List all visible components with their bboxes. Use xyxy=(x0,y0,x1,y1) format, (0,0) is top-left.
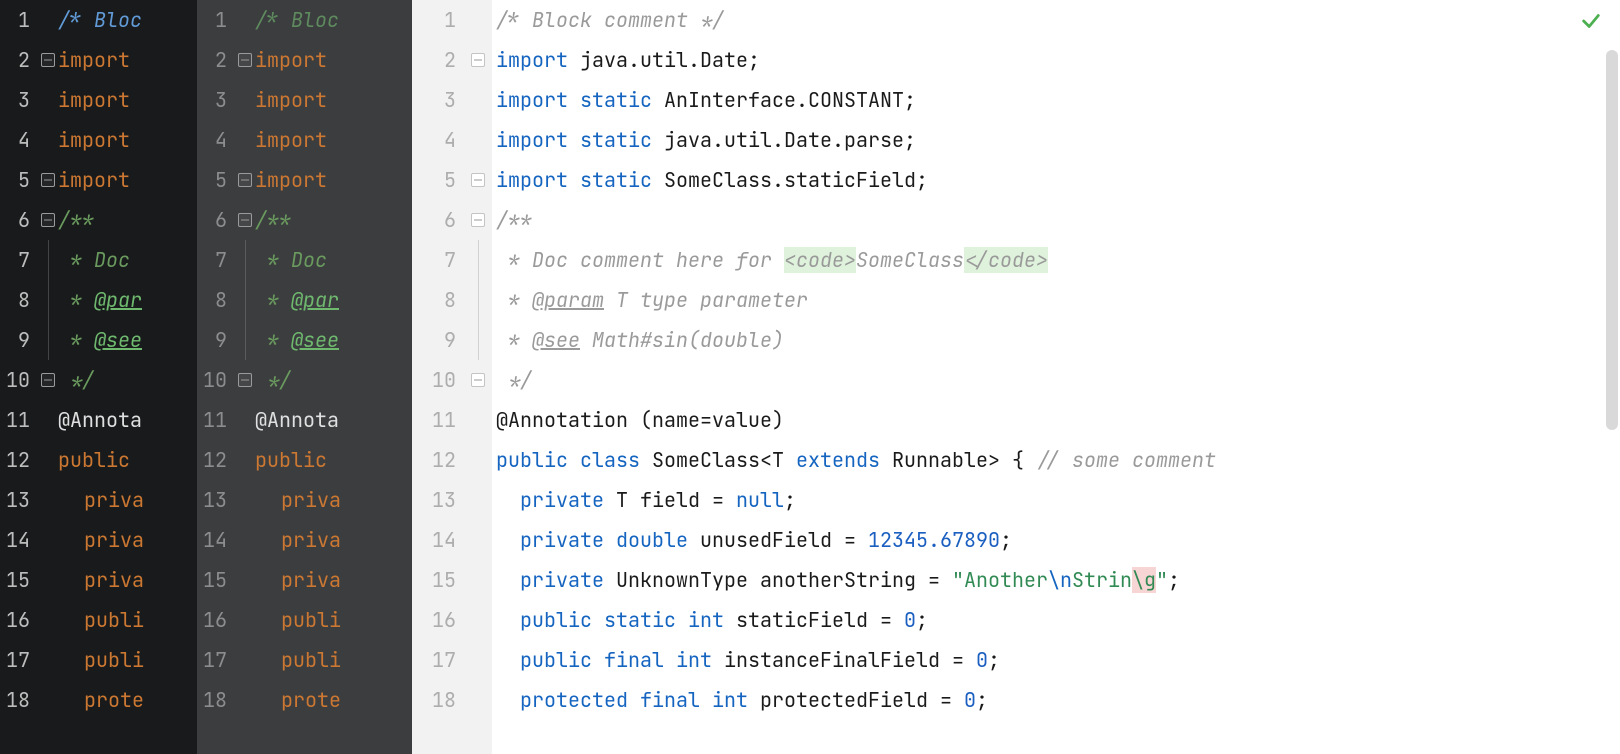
fold-toggle-icon[interactable] xyxy=(41,373,55,387)
fold-toggle-icon[interactable] xyxy=(471,53,485,67)
line-number[interactable]: 14 xyxy=(0,520,40,560)
fold-toggle-icon[interactable] xyxy=(41,213,55,227)
line-number[interactable]: 15 xyxy=(197,560,237,600)
line-number[interactable]: 16 xyxy=(0,600,40,640)
inspection-status-ok-icon[interactable] xyxy=(1580,10,1602,32)
line-number[interactable]: 18 xyxy=(0,680,40,720)
line-number[interactable]: 3 xyxy=(412,80,470,120)
line-number[interactable]: 5 xyxy=(412,160,470,200)
code-line[interactable]: */ xyxy=(492,360,1620,400)
code-line[interactable]: /** xyxy=(492,200,1620,240)
editor-pane-dark-1: 1 2 3 4 5 6 7 8 9 10 11 12 13 14 15 16 1… xyxy=(0,0,197,754)
fold-column-dark-2 xyxy=(237,0,255,754)
fold-toggle-icon[interactable] xyxy=(238,213,252,227)
line-number[interactable]: 14 xyxy=(197,520,237,560)
code-line[interactable]: public class SomeClass<T extends Runnabl… xyxy=(492,440,1620,480)
fold-toggle-icon[interactable] xyxy=(471,213,485,227)
line-number[interactable]: 4 xyxy=(412,120,470,160)
line-number[interactable]: 9 xyxy=(0,320,40,360)
code-line[interactable]: public static int staticField = 0; xyxy=(492,600,1620,640)
line-number[interactable]: 16 xyxy=(412,600,470,640)
code-line[interactable]: * @see Math#sin(double) xyxy=(492,320,1620,360)
editor-pane-light: 1 2 3 4 5 6 7 8 9 10 11 12 13 14 15 16 1… xyxy=(412,0,1620,754)
fold-column-dark-1 xyxy=(40,0,58,754)
line-number[interactable]: 12 xyxy=(0,440,40,480)
code-line[interactable]: protected final int protectedField = 0; xyxy=(492,680,1620,720)
line-number[interactable]: 8 xyxy=(0,280,40,320)
line-number[interactable]: 15 xyxy=(0,560,40,600)
line-number[interactable]: 4 xyxy=(0,120,40,160)
code-line[interactable]: /* Block comment */ xyxy=(492,0,1620,40)
code-line[interactable]: * Doc comment here for <code>SomeClass</… xyxy=(492,240,1620,280)
line-number[interactable]: 18 xyxy=(412,680,470,720)
line-number[interactable]: 9 xyxy=(197,320,237,360)
code-line[interactable]: import static AnInterface.CONSTANT; xyxy=(492,80,1620,120)
code-line[interactable]: @Annotation (name=value) xyxy=(492,400,1620,440)
line-number[interactable]: 13 xyxy=(0,480,40,520)
line-number[interactable]: 3 xyxy=(197,80,237,120)
line-number[interactable]: 3 xyxy=(0,80,40,120)
line-number[interactable]: 7 xyxy=(0,240,40,280)
gutter-dark-2: 1 2 3 4 5 6 7 8 9 10 11 12 13 14 15 16 1… xyxy=(197,0,237,754)
code-area-dark-2[interactable]: /* Bloc import import import import /** … xyxy=(255,0,412,754)
code-line[interactable]: public final int instanceFinalField = 0; xyxy=(492,640,1620,680)
code-line[interactable]: import static java.util.Date.parse; xyxy=(492,120,1620,160)
line-number[interactable]: 1 xyxy=(0,0,40,40)
line-number[interactable]: 10 xyxy=(197,360,237,400)
line-number[interactable]: 12 xyxy=(412,440,470,480)
code-line[interactable]: import java.util.Date; xyxy=(492,40,1620,80)
code-line[interactable]: private UnknownType anotherString = "Ano… xyxy=(492,560,1620,600)
line-number[interactable]: 8 xyxy=(197,280,237,320)
line-number[interactable]: 2 xyxy=(197,40,237,80)
line-number[interactable]: 15 xyxy=(412,560,470,600)
line-number[interactable]: 2 xyxy=(412,40,470,80)
fold-toggle-icon[interactable] xyxy=(238,173,252,187)
fold-toggle-icon[interactable] xyxy=(238,53,252,67)
line-number[interactable]: 9 xyxy=(412,320,470,360)
line-number[interactable]: 11 xyxy=(197,400,237,440)
code-area-dark-1[interactable]: /* Bloc import import import import /** … xyxy=(58,0,197,754)
code-line[interactable]: private double unusedField = 12345.67890… xyxy=(492,520,1620,560)
code-line[interactable]: * @param T type parameter xyxy=(492,280,1620,320)
editor-pane-dark-2: 1 2 3 4 5 6 7 8 9 10 11 12 13 14 15 16 1… xyxy=(197,0,412,754)
gutter-dark-1: 1 2 3 4 5 6 7 8 9 10 11 12 13 14 15 16 1… xyxy=(0,0,40,754)
line-number[interactable]: 14 xyxy=(412,520,470,560)
gutter-light: 1 2 3 4 5 6 7 8 9 10 11 12 13 14 15 16 1… xyxy=(412,0,470,754)
line-number[interactable]: 5 xyxy=(0,160,40,200)
editor-split-root: 1 2 3 4 5 6 7 8 9 10 11 12 13 14 15 16 1… xyxy=(0,0,1620,754)
line-number[interactable]: 2 xyxy=(0,40,40,80)
line-number[interactable]: 12 xyxy=(197,440,237,480)
vertical-scrollbar[interactable] xyxy=(1606,50,1618,430)
code-line[interactable]: private T field = null; xyxy=(492,480,1620,520)
line-number[interactable]: 10 xyxy=(412,360,470,400)
line-number[interactable]: 17 xyxy=(197,640,237,680)
line-number[interactable]: 6 xyxy=(0,200,40,240)
line-number[interactable]: 11 xyxy=(0,400,40,440)
line-number[interactable]: 16 xyxy=(197,600,237,640)
code-area-light[interactable]: /* Block comment */import java.util.Date… xyxy=(492,0,1620,754)
line-number[interactable]: 7 xyxy=(412,240,470,280)
line-number[interactable]: 11 xyxy=(412,400,470,440)
line-number[interactable]: 17 xyxy=(412,640,470,680)
line-number[interactable]: 13 xyxy=(412,480,470,520)
line-number[interactable]: 8 xyxy=(412,280,470,320)
line-number[interactable]: 10 xyxy=(0,360,40,400)
fold-column-light xyxy=(470,0,492,754)
line-number[interactable]: 6 xyxy=(412,200,470,240)
line-number[interactable]: 13 xyxy=(197,480,237,520)
line-number[interactable]: 18 xyxy=(197,680,237,720)
line-number[interactable]: 1 xyxy=(197,0,237,40)
line-number[interactable]: 1 xyxy=(412,0,470,40)
fold-toggle-icon[interactable] xyxy=(471,173,485,187)
line-number[interactable]: 6 xyxy=(197,200,237,240)
fold-toggle-icon[interactable] xyxy=(238,373,252,387)
code-line[interactable]: import static SomeClass.staticField; xyxy=(492,160,1620,200)
line-number[interactable]: 7 xyxy=(197,240,237,280)
line-number[interactable]: 5 xyxy=(197,160,237,200)
fold-toggle-icon[interactable] xyxy=(41,53,55,67)
line-number[interactable]: 17 xyxy=(0,640,40,680)
fold-toggle-icon[interactable] xyxy=(41,173,55,187)
fold-toggle-icon[interactable] xyxy=(471,373,485,387)
line-number[interactable]: 4 xyxy=(197,120,237,160)
